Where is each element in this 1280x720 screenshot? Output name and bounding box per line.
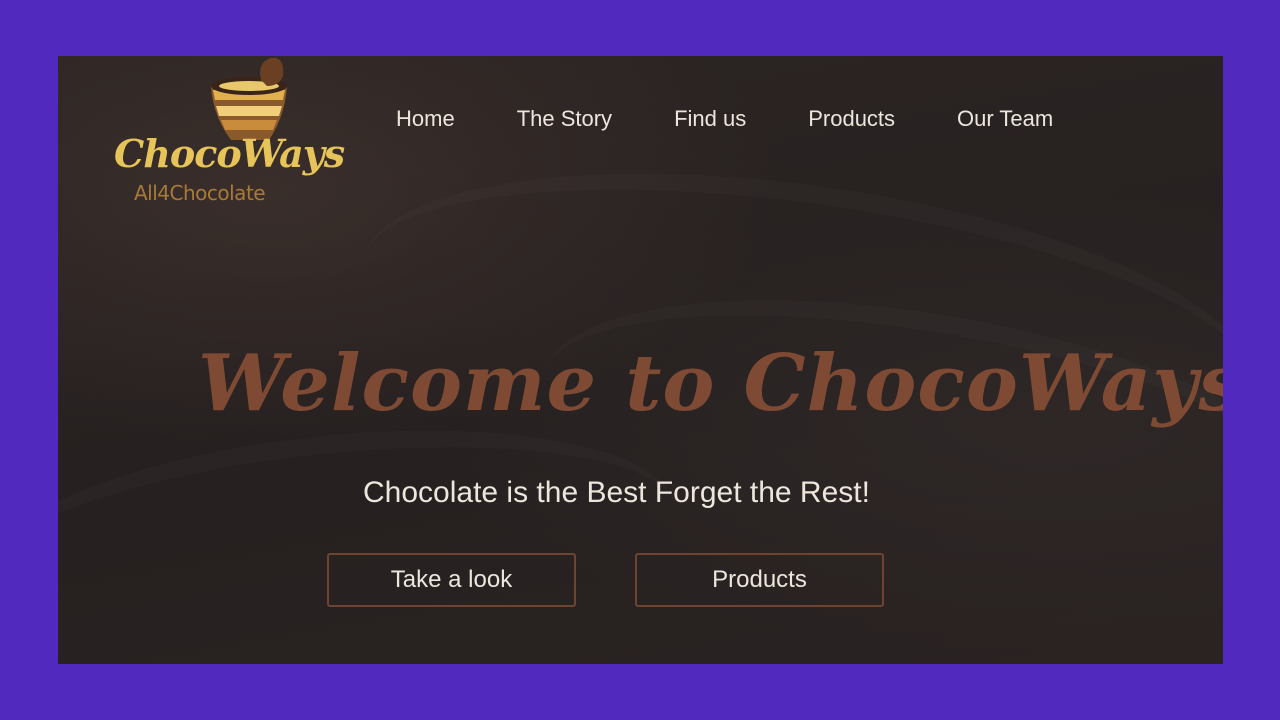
nav-home[interactable]: Home <box>396 106 455 132</box>
products-button[interactable]: Products <box>635 553 884 607</box>
logo-wordmark: ChocoWays <box>114 131 345 176</box>
nav-our-team[interactable]: Our Team <box>957 106 1053 132</box>
nav-the-story[interactable]: The Story <box>517 106 612 132</box>
hero-tagline: Chocolate is the Best Forget the Rest! <box>363 476 870 509</box>
take-a-look-button[interactable]: Take a look <box>327 553 576 607</box>
site-logo[interactable]: ChocoWays All4Chocolate <box>114 56 345 216</box>
nav-find-us[interactable]: Find us <box>674 106 746 132</box>
hero-title: Welcome to ChocoWays <box>198 338 1223 429</box>
website-page: ChocoWays All4Chocolate Home The Story F… <box>58 56 1223 664</box>
main-nav: Home The Story Find us Products Our Team <box>396 106 1053 132</box>
logo-tagline: All4Chocolate <box>134 181 266 205</box>
nav-products[interactable]: Products <box>808 106 895 132</box>
